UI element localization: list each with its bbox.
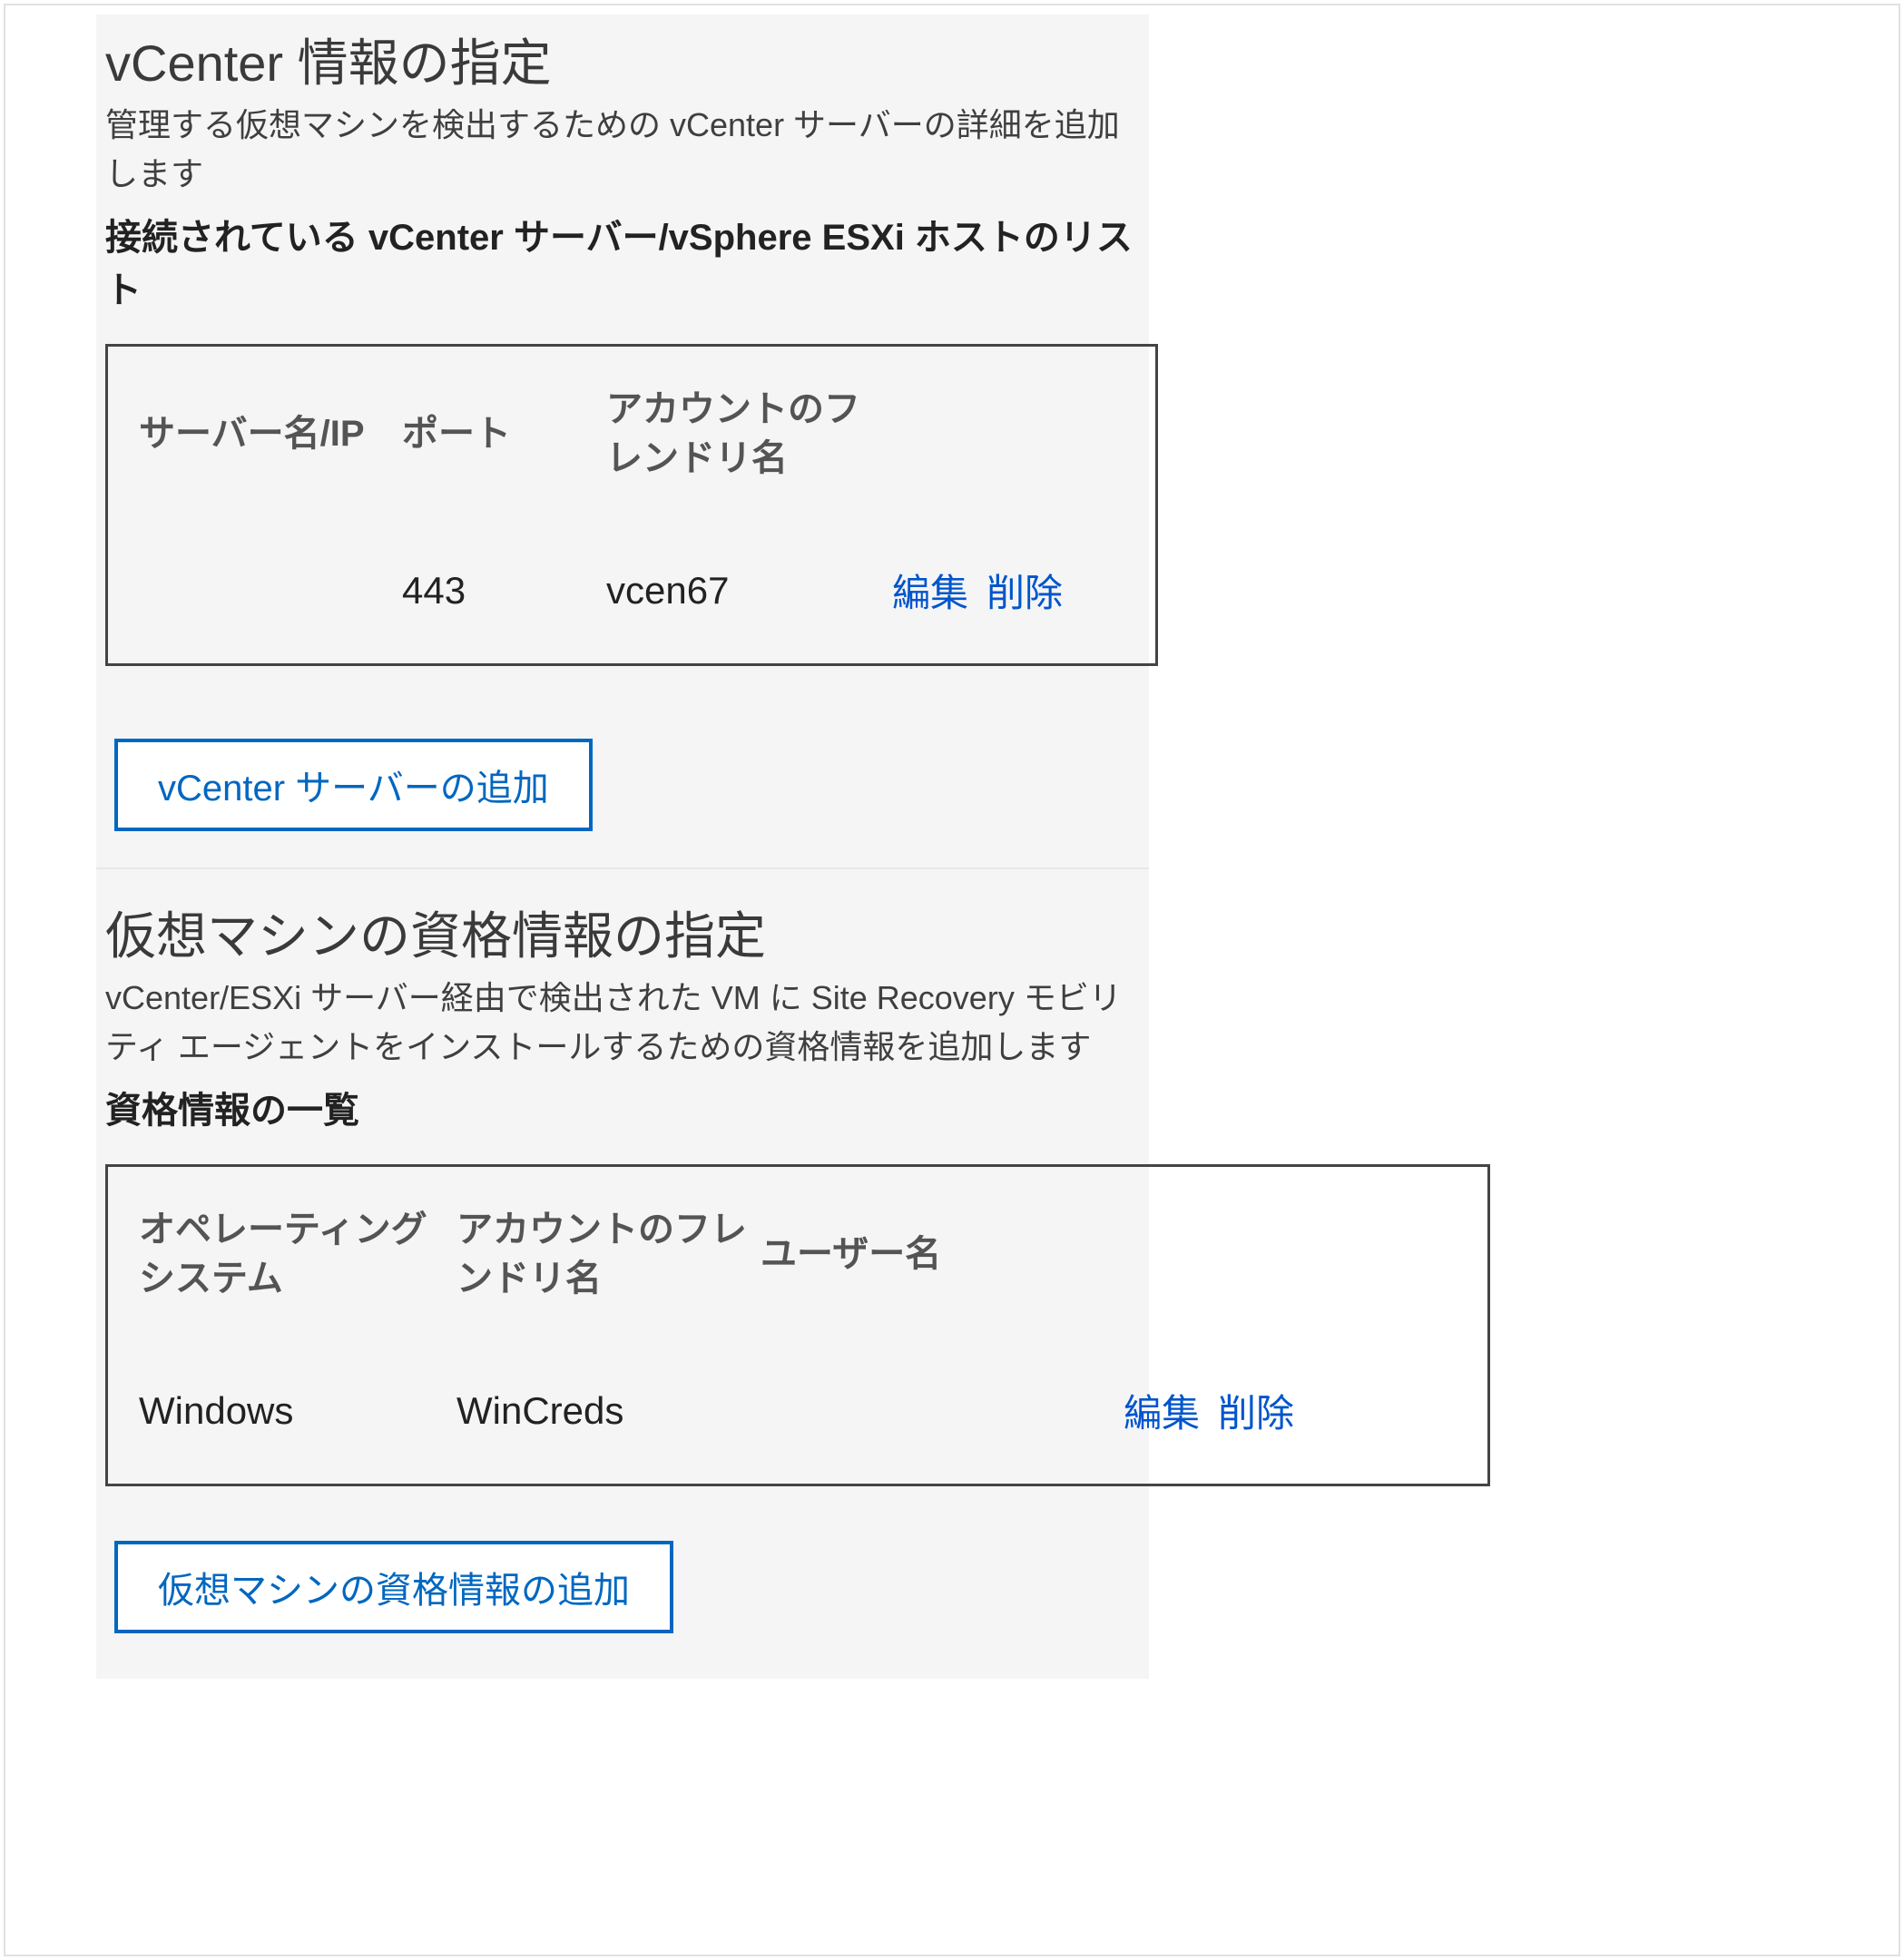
delete-link[interactable]: 削除 <box>986 563 1063 618</box>
vm-creds-table-row: Windows WinCreds 編集 削除 <box>108 1341 1487 1484</box>
delete-link-2[interactable]: 削除 <box>1218 1383 1294 1438</box>
vcenter-table-row: 443 vcen67 編集 削除 <box>108 521 1155 663</box>
vcenter-table-header: サーバー名/IP ポート アカウントのフレンドリ名 <box>108 347 1155 521</box>
col-account-friendly-name: アカウントのフレンドリ名 <box>606 385 892 483</box>
vm-creds-description: vCenter/ESXi サーバー経由で検出された VM に Site Reco… <box>105 974 1140 1072</box>
col-account-friendly-name-2: アカウントのフレンドリ名 <box>456 1205 761 1303</box>
vcenter-description: 管理する仮想マシンを検出するための vCenter サーバーの詳細を追加します <box>105 101 1140 199</box>
vm-creds-table-header: オペレーティング システム アカウントのフレンドリ名 ユーザー名 <box>108 1167 1487 1341</box>
section-divider <box>96 867 1149 869</box>
vm-creds-title: 仮想マシンの資格情報の指定 <box>105 906 1140 966</box>
vcenter-table: サーバー名/IP ポート アカウントのフレンドリ名 443 vcen67 編集 … <box>105 344 1158 666</box>
cell-friendly-name: WinCreds <box>456 1389 761 1433</box>
add-vcenter-button[interactable]: vCenter サーバーの追加 <box>114 739 593 831</box>
content-panel: vCenter 情報の指定 管理する仮想マシンを検出するための vCenter … <box>96 15 1149 1679</box>
cell-os: Windows <box>139 1389 456 1433</box>
edit-link-2[interactable]: 編集 <box>1124 1383 1200 1438</box>
window-frame: vCenter 情報の指定 管理する仮想マシンを検出するための vCenter … <box>4 4 1900 1956</box>
vm-creds-table: オペレーティング システム アカウントのフレンドリ名 ユーザー名 Windows… <box>105 1164 1490 1486</box>
col-os: オペレーティング システム <box>139 1205 456 1303</box>
col-server-name: サーバー名/IP <box>139 409 402 458</box>
vm-creds-list-heading: 資格情報の一覧 <box>105 1084 1140 1137</box>
edit-link[interactable]: 編集 <box>892 563 968 618</box>
add-vm-creds-button[interactable]: 仮想マシンの資格情報の追加 <box>114 1541 673 1633</box>
col-port: ポート <box>402 409 606 458</box>
vcenter-list-heading: 接続されている vCenter サーバー/vSphere ESXi ホストのリス… <box>105 211 1140 317</box>
col-username: ユーザー名 <box>761 1230 1124 1279</box>
cell-port: 443 <box>402 569 606 612</box>
vcenter-title: vCenter 情報の指定 <box>105 33 1140 93</box>
vcenter-section: vCenter 情報の指定 管理する仮想マシンを検出するための vCenter … <box>96 33 1149 831</box>
vm-credentials-section: 仮想マシンの資格情報の指定 vCenter/ESXi サーバー経由で検出された … <box>96 906 1149 1633</box>
cell-account-name: vcen67 <box>606 569 892 612</box>
